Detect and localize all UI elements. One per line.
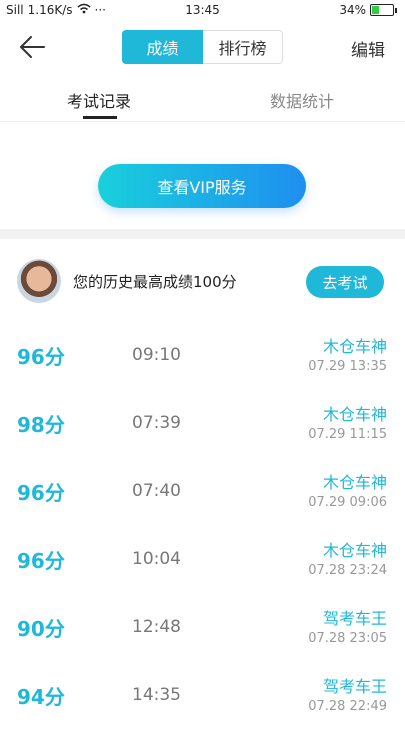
- record-date: 07.29 13:35: [308, 359, 387, 374]
- nav-bar: 成绩 排行榜 编辑: [0, 22, 405, 72]
- record-row[interactable]: 96分 10:04 木仓车神 07.28 23:24: [0, 525, 405, 593]
- battery-icon: [370, 4, 394, 16]
- record-row[interactable]: 96分 09:10 木仓车神 07.29 13:35: [0, 321, 405, 389]
- record-duration: 12:48: [132, 617, 181, 637]
- vip-service-button[interactable]: 查看VIP服务: [98, 164, 306, 208]
- battery-percent: 34%: [339, 3, 366, 17]
- record-row[interactable]: 96分 07:40 木仓车神 07.29 09:06: [0, 457, 405, 525]
- record-title: 木仓车神: [322, 473, 387, 492]
- record-score: 96分: [17, 345, 65, 369]
- record-date: 07.28 23:24: [308, 563, 387, 578]
- record-title: 木仓车神: [322, 405, 387, 424]
- record-date: 07.29 09:06: [308, 495, 387, 510]
- record-list: 96分 09:10 木仓车神 07.29 13:35 98分 07:39 木仓车神 07.29…: [0, 321, 405, 729]
- back-arrow-icon: [20, 36, 45, 58]
- record-row[interactable]: 94分 14:35 驾考车王 07.28 22:49: [0, 661, 405, 729]
- record-score: 98分: [17, 413, 65, 437]
- vip-section: 查看VIP服务: [0, 121, 405, 230]
- avatar: [17, 259, 61, 303]
- record-score: 96分: [17, 549, 65, 573]
- record-row[interactable]: 98分 07:39 木仓车神 07.29 11:15: [0, 389, 405, 457]
- record-duration: 14:35: [132, 685, 181, 705]
- status-bar: Sill 1.16K/s ··· 13:45 34%: [0, 0, 405, 22]
- segment-scores[interactable]: 成绩: [122, 30, 203, 64]
- best-score-row: 您的历史最高成绩100分 去考试: [0, 239, 405, 321]
- record-duration: 09:10: [132, 345, 181, 365]
- record-title: 驾考车王: [322, 609, 387, 628]
- tab-exam-records[interactable]: 考试记录: [67, 88, 131, 112]
- section-divider: [0, 229, 405, 239]
- record-score: 94分: [17, 685, 65, 709]
- record-title: 驾考车王: [322, 677, 387, 696]
- record-score: 90分: [17, 617, 65, 641]
- record-date: 07.29 11:15: [308, 427, 387, 442]
- back-button[interactable]: [18, 34, 48, 60]
- record-date: 07.28 23:05: [308, 631, 387, 646]
- segment-control: 成绩 排行榜: [122, 30, 283, 64]
- record-duration: 07:40: [132, 481, 181, 501]
- record-date: 07.28 22:49: [308, 699, 387, 714]
- tab-statistics[interactable]: 数据统计: [270, 88, 334, 112]
- battery-tip: [395, 7, 397, 13]
- best-score-text: 您的历史最高成绩100分: [73, 273, 237, 291]
- record-row[interactable]: 90分 12:48 驾考车王 07.28 23:05: [0, 593, 405, 661]
- tabs: 考试记录 数据统计: [0, 80, 405, 120]
- record-duration: 10:04: [132, 549, 181, 569]
- take-exam-button[interactable]: 去考试: [306, 266, 384, 298]
- record-title: 木仓车神: [322, 541, 387, 560]
- segment-ranking[interactable]: 排行榜: [203, 30, 283, 64]
- record-duration: 07:39: [132, 413, 181, 433]
- record-title: 木仓车神: [322, 337, 387, 356]
- status-right: 34%: [339, 3, 397, 17]
- edit-button[interactable]: 编辑: [351, 36, 385, 61]
- record-score: 96分: [17, 481, 65, 505]
- tab-underline: [83, 116, 117, 119]
